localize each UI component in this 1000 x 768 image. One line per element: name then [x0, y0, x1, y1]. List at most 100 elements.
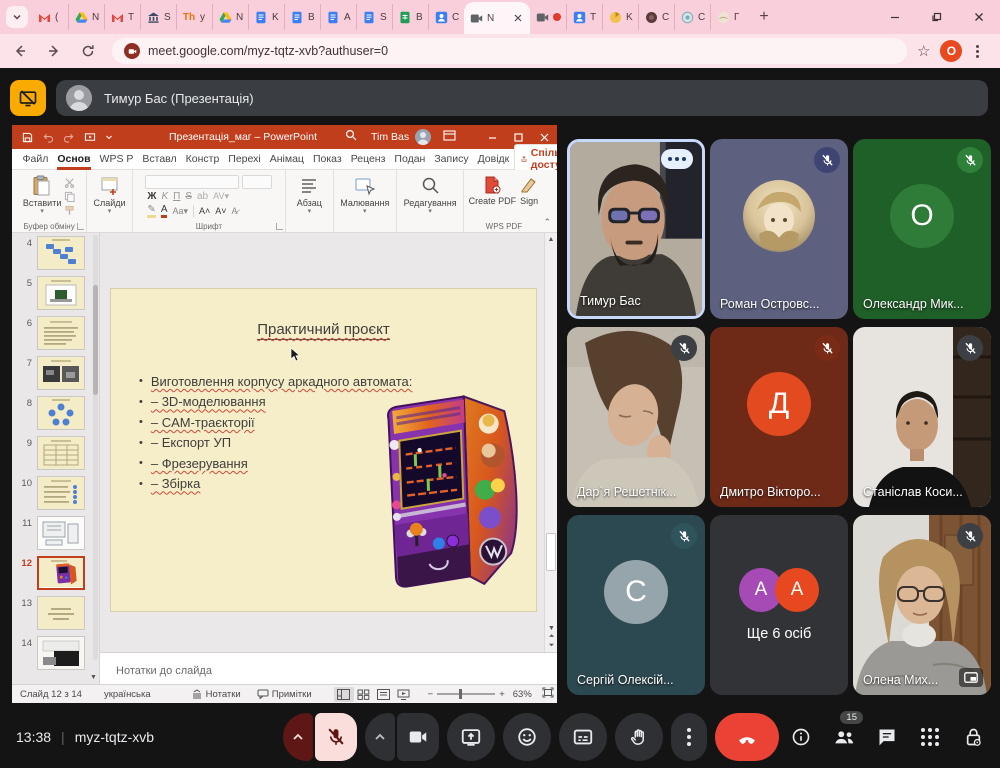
- browser-menu-button[interactable]: [972, 41, 983, 62]
- slide-thumbnail[interactable]: [37, 516, 85, 550]
- cut-icon[interactable]: [64, 177, 75, 188]
- activities-button[interactable]: [917, 719, 943, 755]
- underline-button[interactable]: П: [173, 191, 180, 202]
- slide-canvas[interactable]: Практичний проєкт •Виготовлення корпусу …: [110, 288, 537, 612]
- collapse-ribbon-button[interactable]: ⌃: [543, 217, 557, 232]
- undo-icon[interactable]: [42, 132, 54, 143]
- ribbon-tab-вставл[interactable]: Вставл: [138, 149, 181, 170]
- font-name-box[interactable]: [145, 175, 239, 189]
- present-button[interactable]: [447, 713, 495, 761]
- strikethrough-button[interactable]: S: [185, 191, 192, 202]
- grow-font-button[interactable]: A˄: [199, 206, 210, 216]
- qat-dropdown-icon[interactable]: [105, 133, 113, 141]
- language-indicator[interactable]: українська: [104, 689, 151, 700]
- mic-options-button[interactable]: [283, 713, 313, 761]
- editing-button[interactable]: Редагування▾: [404, 173, 457, 214]
- reload-button[interactable]: [74, 37, 102, 65]
- change-case-button[interactable]: Aa▾: [172, 206, 188, 217]
- shadow-button[interactable]: ab: [197, 191, 208, 202]
- ribbon-tab-подан[interactable]: Подан: [390, 149, 430, 170]
- clipboard-dialog-launcher[interactable]: [77, 223, 84, 230]
- clear-format-button[interactable]: A̷: [232, 206, 238, 216]
- next-slide-button[interactable]: ⏷: [549, 642, 555, 650]
- browser-tab[interactable]: C: [674, 4, 710, 30]
- participant-tile[interactable]: Дар`я Решетнік...: [567, 327, 705, 507]
- browser-tab[interactable]: S: [356, 4, 392, 30]
- ribbon-tab-довідк[interactable]: Довідк: [473, 149, 514, 170]
- ribbon-tab-запису[interactable]: Запису: [430, 149, 473, 170]
- picture-in-picture-icon[interactable]: [959, 668, 983, 687]
- slide-thumbnail[interactable]: [37, 236, 85, 270]
- slide-thumbnail[interactable]: [37, 436, 85, 470]
- address-bar[interactable]: meet.google.com/myz-tqtz-xvb?authuser=0: [112, 38, 907, 64]
- slide-sorter-view-button[interactable]: [354, 687, 374, 702]
- account-avatar[interactable]: [415, 129, 431, 145]
- italic-button[interactable]: K: [161, 191, 168, 202]
- ribbon-tab-файл[interactable]: Файл: [18, 149, 53, 170]
- notes-pane[interactable]: Нотатки до слайда: [100, 652, 557, 684]
- ribbon-tab-реценз[interactable]: Реценз: [346, 149, 390, 170]
- browser-tab[interactable]: A: [320, 4, 356, 30]
- more-options-button[interactable]: [671, 713, 707, 761]
- slide-thumbnail[interactable]: [37, 316, 85, 350]
- browser-tab-active[interactable]: N: [464, 2, 530, 34]
- shrink-font-button[interactable]: A˅: [215, 206, 226, 216]
- reading-view-button[interactable]: [374, 687, 394, 702]
- new-slide-button[interactable]: Слайди▾: [93, 173, 125, 214]
- participant-tile[interactable]: ДДмитро Вікторо...: [710, 327, 848, 507]
- font-dialog-launcher[interactable]: [276, 223, 283, 230]
- meeting-details-button[interactable]: [788, 719, 814, 755]
- editor-scrollbar-thumb[interactable]: [546, 533, 556, 571]
- participant-tile[interactable]: Олена Мих...: [853, 515, 991, 695]
- account-name[interactable]: Tim Bas: [371, 131, 409, 143]
- ribbon-options-icon[interactable]: [443, 128, 456, 146]
- browser-tab[interactable]: (: [32, 4, 68, 30]
- bold-button[interactable]: Ж: [147, 191, 156, 202]
- zoom-in-button[interactable]: +: [499, 689, 505, 700]
- scroll-down-button[interactable]: ▼: [548, 625, 555, 632]
- ribbon-tab-основ[interactable]: Основ: [53, 149, 95, 170]
- tile-options-button[interactable]: [661, 149, 693, 169]
- redo-icon[interactable]: [63, 132, 75, 143]
- normal-view-button[interactable]: [334, 687, 354, 702]
- slide-thumbnail[interactable]: [37, 396, 85, 430]
- zoom-out-button[interactable]: −: [428, 689, 434, 700]
- slide-thumbnail[interactable]: [37, 596, 85, 630]
- create-pdf-button[interactable]: Create PDF: [469, 173, 517, 206]
- participant-tile[interactable]: Тимур Бас: [567, 139, 705, 319]
- window-close-button[interactable]: [958, 0, 1000, 34]
- presenting-indicator-button[interactable]: [10, 80, 46, 116]
- back-button[interactable]: [6, 37, 34, 65]
- drawing-button[interactable]: Малювання▾: [340, 173, 389, 214]
- copy-icon[interactable]: [64, 191, 75, 202]
- people-button[interactable]: 15: [831, 719, 857, 755]
- participant-tile[interactable]: Роман Островс...: [710, 139, 848, 319]
- tab-search-button[interactable]: [6, 6, 28, 28]
- reactions-button[interactable]: [503, 713, 551, 761]
- font-size-box[interactable]: [242, 175, 272, 189]
- text-highlight-button[interactable]: ✎: [147, 204, 155, 218]
- forward-button[interactable]: [40, 37, 68, 65]
- tab-close-icon[interactable]: [511, 11, 525, 25]
- profile-avatar[interactable]: O: [940, 40, 962, 62]
- slide-thumbnail[interactable]: [37, 636, 85, 670]
- slide-thumbnail[interactable]: [37, 476, 85, 510]
- new-tab-button[interactable]: +: [752, 5, 776, 29]
- participant-tile[interactable]: ООлександр Мик...: [853, 139, 991, 319]
- camera-toggle-button[interactable]: [397, 713, 439, 761]
- browser-tab[interactable]: [530, 4, 566, 30]
- start-slideshow-icon[interactable]: [84, 132, 96, 143]
- browser-tab[interactable]: N: [68, 4, 104, 30]
- window-minimize-button[interactable]: [874, 0, 916, 34]
- slide-thumbnail-selected[interactable]: [37, 556, 85, 590]
- paste-button[interactable]: Вставити▾: [23, 173, 62, 214]
- presenting-banner[interactable]: Тимур Бас (Презентація): [56, 80, 988, 116]
- thumbnail-scroll-down-button[interactable]: ▼: [88, 671, 99, 684]
- sign-button[interactable]: Sign: [519, 173, 539, 206]
- thumbnail-scrollbar[interactable]: [93, 235, 98, 660]
- end-call-button[interactable]: [715, 713, 779, 761]
- font-color-button[interactable]: А: [161, 204, 168, 218]
- comments-toggle[interactable]: Примітки: [257, 689, 312, 700]
- browser-tab[interactable]: B: [392, 4, 428, 30]
- ribbon-tab-перехі[interactable]: Перехі: [224, 149, 265, 170]
